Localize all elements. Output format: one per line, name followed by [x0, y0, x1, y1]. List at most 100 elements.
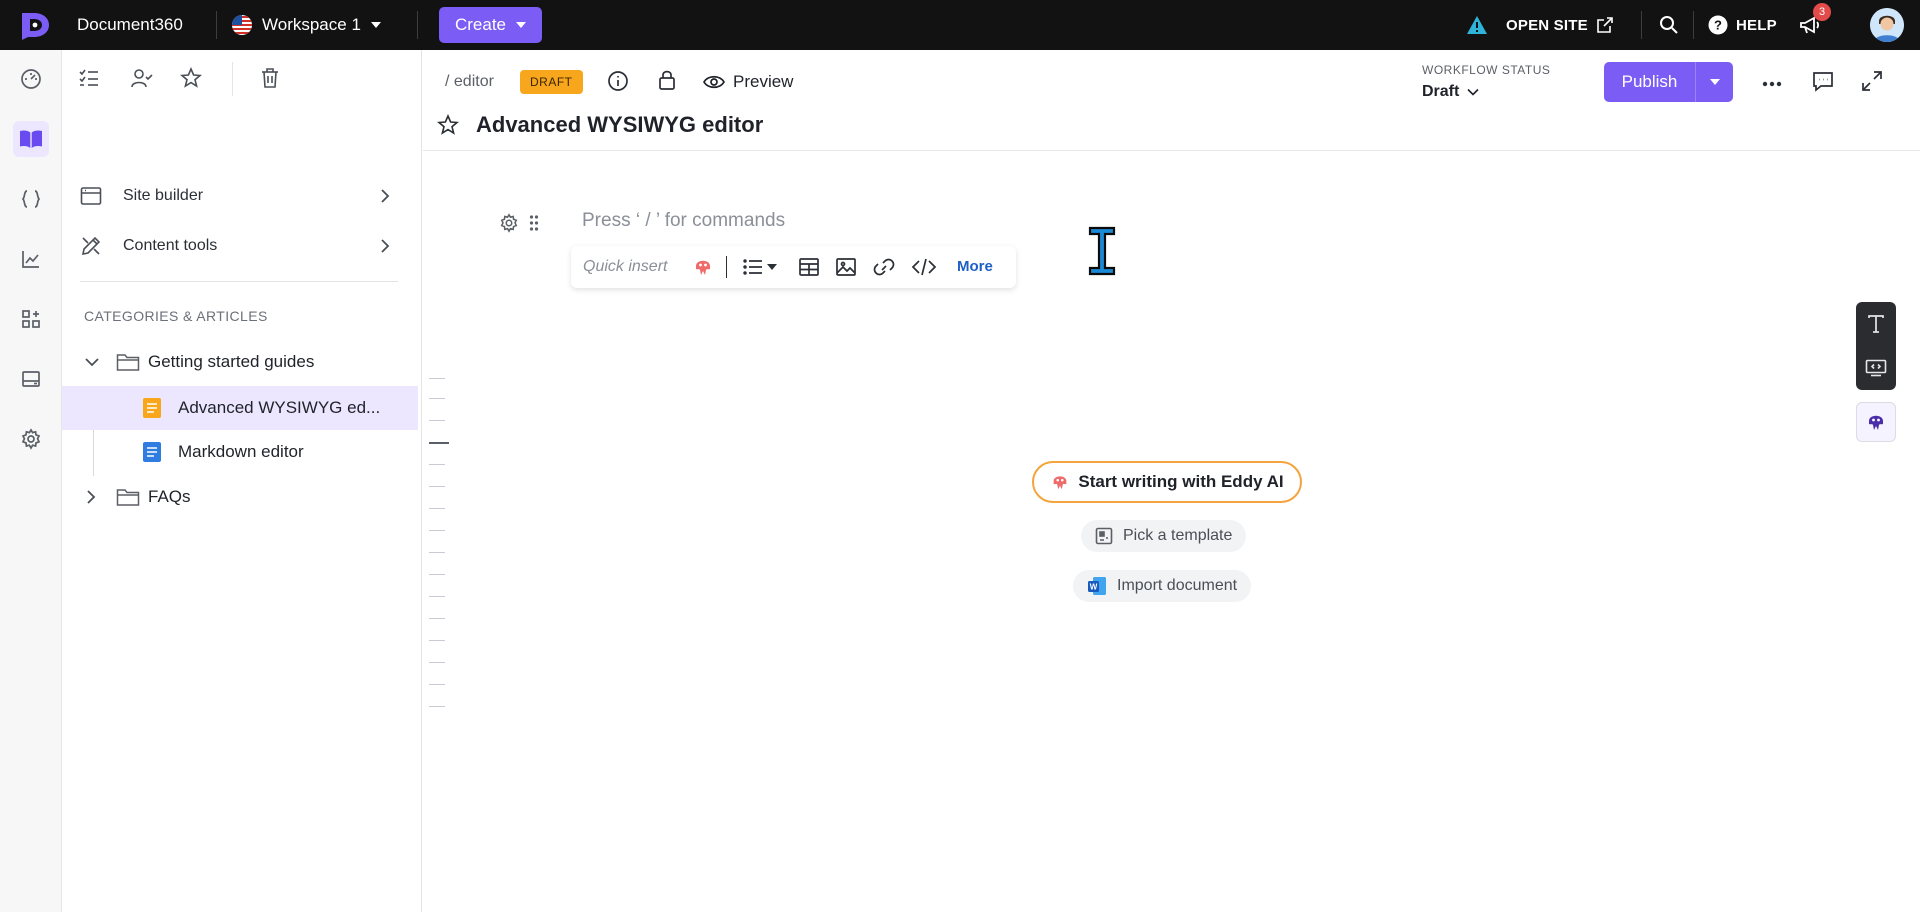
drag-handle-icon[interactable]	[529, 214, 539, 232]
sidebar-toolbar	[62, 50, 422, 112]
document360-logo-icon[interactable]	[18, 9, 54, 41]
eddy-ai-side-icon[interactable]	[1856, 402, 1896, 442]
create-button[interactable]: Create	[439, 7, 542, 43]
sidebar: Site builder Content tools CATEGORIES & …	[62, 50, 422, 912]
import-document-button[interactable]: W Import document	[1073, 570, 1252, 602]
user-check-icon[interactable]	[127, 63, 157, 93]
chevron-right-icon[interactable]	[86, 489, 96, 505]
embed-icon[interactable]	[1856, 346, 1896, 390]
article-title[interactable]: Advanced WYSIWYG editor	[476, 112, 763, 138]
text-format-icon[interactable]	[1856, 302, 1896, 346]
favorite-star-icon[interactable]	[437, 114, 459, 136]
documentation-icon[interactable]	[13, 121, 49, 157]
publish-button[interactable]: Publish	[1604, 62, 1696, 102]
category-getting-started[interactable]: Getting started guides	[62, 340, 418, 384]
topbar-divider	[216, 11, 217, 39]
publish-label: Publish	[1621, 72, 1678, 91]
article-advanced-wysiwyg[interactable]: Advanced WYSIWYG ed...	[62, 386, 418, 430]
category-label: Getting started guides	[148, 352, 315, 371]
image-icon[interactable]	[836, 258, 856, 276]
preview-label: Preview	[733, 72, 794, 91]
help-button[interactable]: ? HELP	[1708, 0, 1777, 50]
app-name: Document360	[77, 15, 183, 34]
bullet-list-icon[interactable]	[743, 258, 763, 276]
settings-icon[interactable]	[13, 421, 49, 457]
open-site-button[interactable]: OPEN SITE	[1506, 0, 1614, 50]
widget-icon[interactable]	[13, 361, 49, 397]
chevron-down-icon	[1467, 88, 1479, 96]
link-icon[interactable]	[873, 258, 895, 276]
category-faqs[interactable]: FAQs	[62, 475, 418, 519]
article-published-icon	[142, 441, 162, 463]
more-insert-button[interactable]: More	[957, 258, 993, 275]
toolbar-divider	[726, 256, 727, 278]
vertical-ruler	[429, 368, 449, 728]
section-heading: CATEGORIES & ARTICLES	[84, 308, 268, 324]
import-document-label: Import document	[1117, 577, 1238, 594]
eddy-ai-icon[interactable]	[692, 256, 714, 278]
block-settings-icon[interactable]	[499, 213, 519, 233]
browser-window-icon	[80, 186, 102, 206]
preview-button[interactable]: Preview	[703, 68, 793, 96]
table-icon[interactable]	[799, 258, 819, 276]
word-document-icon: W	[1087, 576, 1107, 596]
toolbar-divider	[232, 62, 233, 96]
checklist-icon[interactable]	[74, 63, 104, 93]
info-icon[interactable]	[607, 70, 629, 92]
publish-split-button: Publish	[1604, 62, 1733, 102]
dashboard-icon[interactable]	[13, 61, 49, 97]
avatar[interactable]	[1870, 8, 1904, 42]
external-link-icon	[1596, 16, 1614, 34]
svg-text:W: W	[1090, 583, 1098, 592]
chevron-down-icon[interactable]	[767, 264, 777, 270]
editor-header: / editor DRAFT Preview WORKFLOW STATUS D…	[423, 50, 1920, 151]
eddy-ai-start-button[interactable]: Start writing with Eddy AI	[1032, 461, 1302, 503]
expand-icon[interactable]	[1861, 70, 1883, 92]
comment-icon[interactable]	[1812, 70, 1834, 92]
open-site-label: OPEN SITE	[1506, 16, 1588, 34]
analytics-icon[interactable]	[13, 241, 49, 277]
quick-insert-label: Quick insert	[583, 258, 668, 275]
chevron-down-icon	[1709, 79, 1720, 85]
article-label: Markdown editor	[178, 442, 304, 461]
trash-icon[interactable]	[255, 63, 285, 93]
help-label: HELP	[1736, 16, 1777, 34]
svg-text:?: ?	[1714, 18, 1722, 33]
content-tools-item[interactable]: Content tools	[62, 224, 422, 268]
article-markdown-editor[interactable]: Markdown editor	[62, 430, 418, 474]
sidebar-divider	[80, 281, 398, 282]
article-draft-icon	[142, 397, 162, 419]
site-builder-item[interactable]: Site builder	[62, 174, 422, 218]
api-docs-icon[interactable]	[13, 181, 49, 217]
help-icon: ?	[1708, 15, 1728, 35]
editor-placeholder[interactable]: Press ‘ / ’ for commands	[582, 210, 785, 232]
text-cursor-icon	[1087, 226, 1117, 276]
lock-icon[interactable]	[657, 69, 677, 91]
search-icon[interactable]	[1659, 0, 1679, 50]
right-tool-panel	[1856, 302, 1896, 390]
eye-icon	[703, 74, 725, 90]
workspace-selector[interactable]: Workspace 1	[232, 11, 381, 39]
star-icon[interactable]	[176, 63, 206, 93]
more-options-icon[interactable]	[1762, 81, 1782, 87]
pick-template-label: Pick a template	[1123, 527, 1233, 544]
chevron-right-icon	[380, 188, 390, 204]
eddy-ai-label: Start writing with Eddy AI	[1078, 472, 1284, 491]
integrations-icon[interactable]	[13, 301, 49, 337]
eddy-ai-icon	[1050, 472, 1070, 492]
pencil-ruler-icon	[80, 235, 102, 257]
us-flag-icon	[232, 15, 252, 35]
pick-template-button[interactable]: Pick a template	[1081, 520, 1247, 552]
topbar-divider	[1693, 11, 1694, 39]
workflow-status-dropdown[interactable]: Draft	[1422, 83, 1479, 101]
folder-icon	[116, 352, 140, 372]
chevron-down-icon[interactable]	[84, 357, 100, 367]
warning-icon[interactable]	[1466, 0, 1488, 50]
article-label: Advanced WYSIWYG ed...	[178, 398, 381, 417]
notification-badge: 3	[1813, 3, 1831, 21]
workspace-name: Workspace 1	[262, 15, 361, 34]
code-icon[interactable]	[912, 258, 936, 276]
top-bar: Document360 Workspace 1 Create OPEN SITE	[0, 0, 1920, 50]
publish-options-button[interactable]	[1696, 62, 1733, 102]
breadcrumb[interactable]: / editor	[445, 73, 494, 91]
